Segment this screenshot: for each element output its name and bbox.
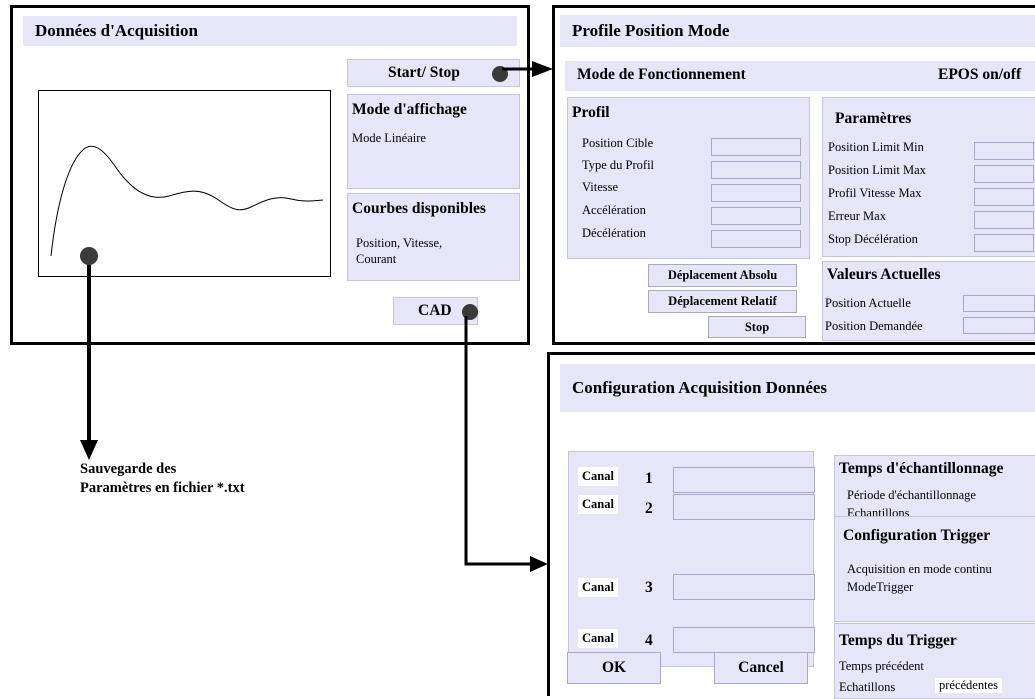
canal-number-3: 3 (645, 579, 653, 596)
config-title: Configuration Acquisition Données (572, 378, 828, 397)
canal-number-4: 4 (645, 632, 653, 649)
profile-panel: Profile Position Mode Mode de Fonctionne… (552, 5, 1035, 345)
start-stop-button[interactable]: Start/ Stop (347, 59, 520, 87)
display-mode-title: Mode d'affichage (352, 101, 467, 118)
params-label-vitesse-max: Profil Vitesse Max (828, 186, 922, 200)
params-label-limit-max: Position Limit Max (828, 163, 926, 177)
start-stop-label: Start/ Stop (388, 64, 460, 81)
save-note: Sauvegarde des Paramètres en fichier *.t… (80, 461, 340, 497)
available-curves-title: Courbes disponibles (352, 200, 486, 217)
canal-label-1: Canal (578, 467, 618, 486)
actual-values-group: Valeurs Actuelles Position Actuelle Posi… (822, 261, 1035, 341)
operation-mode-bar: Mode de Fonctionnement EPOS on/off (565, 61, 1035, 91)
stop-button[interactable]: Stop (708, 316, 806, 338)
sampling-group: Temps d'échantillonnage Période d'échant… (834, 455, 1035, 520)
trigger-config-group: Configuration Trigger Acquisition en mod… (834, 516, 1035, 622)
profil-title: Profil (572, 104, 610, 121)
type-profil-input[interactable] (711, 161, 801, 179)
profil-label-vitesse: Vitesse (582, 180, 619, 194)
limit-min-input[interactable] (974, 142, 1034, 160)
params-label-stop-deceleration: Stop Décélération (828, 232, 918, 246)
epos-toggle[interactable]: EPOS on/off (938, 66, 1021, 84)
available-curves-line1: Position, Vitesse, (356, 236, 443, 250)
available-curves-line2: Courant (356, 252, 397, 266)
operation-mode-label: Mode de Fonctionnement (577, 66, 746, 83)
trigger-time-previous-label: Temps précédent (839, 659, 924, 673)
trigger-continuous-label[interactable]: Acquisition en mode continu (847, 562, 992, 577)
absolute-move-button[interactable]: Déplacement Absolu (648, 264, 797, 287)
profil-label-position-cible: Position Cible (582, 136, 654, 150)
relative-move-button[interactable]: Déplacement Relatif (648, 290, 797, 313)
canal-4-select[interactable] (673, 627, 815, 653)
profil-label-type: Type du Profil (582, 158, 655, 172)
canal-label-4: Canal (578, 629, 618, 648)
display-mode-value[interactable]: Mode Linéaire (352, 131, 426, 146)
position-cible-input[interactable] (711, 138, 801, 156)
limit-max-input[interactable] (974, 165, 1034, 183)
canal-group: Canal 1 Canal 2 Canal 3 Canal 4 (568, 451, 815, 667)
acquisition-panel: Données d'Acquisition Start/ Stop Mode d… (10, 5, 530, 345)
cancel-button[interactable]: Cancel (714, 652, 808, 684)
params-title: Paramètres (835, 110, 912, 127)
trigger-config-title: Configuration Trigger (843, 527, 991, 544)
canal-1-select[interactable] (673, 467, 815, 493)
canal-2-select[interactable] (673, 494, 815, 520)
demanded-position-field (963, 317, 1035, 334)
save-note-line1: Sauvegarde des (80, 461, 177, 477)
deceleration-input[interactable] (711, 230, 801, 248)
actual-label-position: Position Actuelle (825, 296, 911, 310)
trigger-time-group: Temps du Trigger Temps précédent Echatil… (834, 623, 1035, 699)
params-label-limit-min: Position Limit Min (828, 140, 924, 154)
cad-arrow-head (530, 556, 548, 572)
params-group: Paramètres Position Limit Min Position L… (822, 97, 1035, 257)
save-note-line2: Paramètres en fichier *.txt (80, 480, 245, 496)
sampling-period-label: Période d'échantillonnage (847, 488, 976, 502)
canal-3-select[interactable] (673, 574, 815, 600)
sampling-title: Temps d'échantillonnage (839, 460, 1004, 477)
display-mode-box: Mode d'affichage Mode Linéaire (347, 94, 520, 189)
vitesse-input[interactable] (711, 184, 801, 202)
profile-title: Profile Position Mode (572, 21, 730, 40)
profil-group: Profil Position Cible Type du Profil Vit… (567, 97, 810, 259)
cad-button[interactable]: CAD (393, 297, 478, 325)
actual-values-title: Valeurs Actuelles (827, 266, 941, 283)
canal-number-2: 2 (645, 500, 653, 517)
response-curve (50, 145, 324, 257)
trigger-time-title: Temps du Trigger (839, 632, 957, 649)
config-panel: Configuration Acquisition Données Canal … (547, 352, 1035, 699)
actual-position-field (963, 295, 1035, 312)
start-stop-indicator (492, 66, 508, 82)
cad-arrow (464, 316, 532, 566)
available-curves-box: Courbes disponibles Position, Vitesse, C… (347, 193, 520, 281)
save-arrow-head (80, 440, 98, 460)
vitesse-max-input[interactable] (974, 188, 1034, 206)
profil-label-acceleration: Accélération (582, 203, 646, 217)
acceleration-input[interactable] (711, 207, 801, 225)
plot-area (38, 90, 331, 277)
canal-number-1: 1 (645, 470, 653, 487)
acquisition-title: Données d'Acquisition (35, 21, 198, 40)
config-title-bar: Configuration Acquisition Données (560, 364, 1035, 412)
trigger-time-samples-label: Echatillons (839, 680, 896, 694)
canal-label-2: Canal (578, 495, 618, 514)
canal-label-3: Canal (578, 578, 618, 597)
params-label-erreur-max: Erreur Max (828, 209, 886, 223)
profil-label-deceleration: Décélération (582, 226, 646, 240)
ok-button[interactable]: OK (567, 652, 661, 684)
cad-label: CAD (418, 302, 452, 319)
actual-label-demanded: Position Demandée (825, 319, 923, 333)
start-stop-arrow-head (532, 61, 553, 77)
profile-title-bar: Profile Position Mode (560, 15, 1035, 47)
stop-deceleration-input[interactable] (974, 234, 1034, 252)
trigger-time-previous-samples-field[interactable]: précédentes (935, 678, 1002, 693)
acquisition-title-bar: Données d'Acquisition (23, 16, 517, 46)
trigger-mode-label[interactable]: ModeTrigger (847, 580, 913, 595)
erreur-max-input[interactable] (974, 211, 1034, 229)
